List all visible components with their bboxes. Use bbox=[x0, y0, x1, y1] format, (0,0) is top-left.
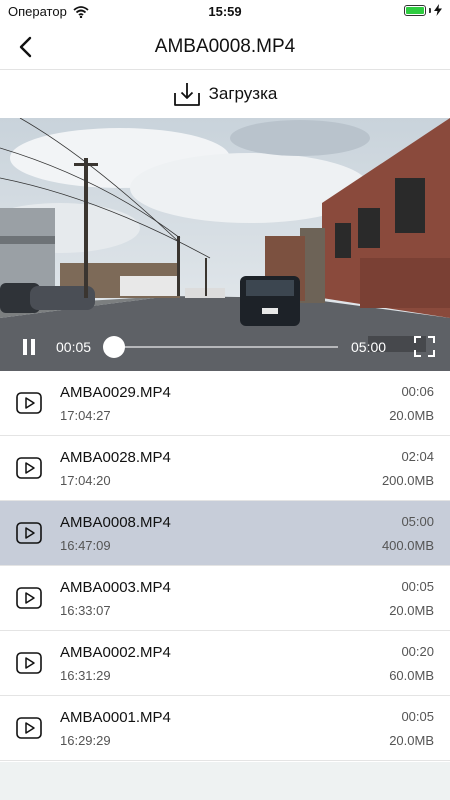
download-button[interactable]: Загрузка bbox=[0, 70, 450, 118]
file-name: AMBA0001.MP4 bbox=[60, 709, 171, 726]
file-duration: 00:05 bbox=[401, 579, 434, 594]
file-time: 16:47:09 bbox=[60, 538, 111, 553]
file-row[interactable]: AMBA0029.MP4 17:04:27 00:06 20.0MB bbox=[0, 371, 450, 436]
file-time: 17:04:27 bbox=[60, 408, 111, 423]
file-duration: 00:06 bbox=[401, 384, 434, 399]
battery-icon bbox=[404, 4, 442, 16]
seek-thumb[interactable] bbox=[102, 336, 125, 358]
play-icon bbox=[16, 522, 42, 544]
footer-area bbox=[0, 762, 450, 800]
download-label: Загрузка bbox=[208, 84, 278, 103]
fullscreen-icon[interactable] bbox=[414, 336, 435, 357]
total-time: 05:00 bbox=[351, 339, 387, 355]
file-time: 16:33:07 bbox=[60, 603, 111, 618]
nav-bar: AMBA0008.MP4 bbox=[0, 24, 450, 70]
file-list: AMBA0029.MP4 17:04:27 00:06 20.0MB AMBA0028.… bbox=[0, 371, 450, 761]
charging-bolt-icon bbox=[434, 4, 442, 16]
file-duration: 05:00 bbox=[401, 514, 434, 529]
download-icon bbox=[173, 83, 200, 106]
pause-icon[interactable] bbox=[20, 338, 38, 356]
play-icon bbox=[16, 392, 42, 414]
page-title: AMBA0008.MP4 bbox=[154, 36, 296, 57]
file-name: AMBA0002.MP4 bbox=[60, 644, 171, 661]
file-row[interactable]: AMBA0008.MP4 16:47:09 05:00 400.0MB bbox=[0, 501, 450, 566]
file-size: 400.0MB bbox=[381, 538, 434, 553]
current-time: 00:05 bbox=[56, 339, 92, 355]
file-duration: 00:05 bbox=[401, 709, 434, 724]
file-row[interactable]: AMBA0002.MP4 16:31:29 00:20 60.0MB bbox=[0, 631, 450, 696]
file-name: AMBA0008.MP4 bbox=[60, 514, 171, 531]
seek-track[interactable] bbox=[108, 346, 338, 348]
play-icon bbox=[16, 652, 42, 674]
file-size: 20.0MB bbox=[389, 408, 434, 423]
file-time: 16:29:29 bbox=[60, 733, 111, 748]
file-size: 200.0MB bbox=[381, 473, 434, 488]
video-player[interactable]: 00:05 05:00 bbox=[0, 118, 450, 371]
play-icon bbox=[16, 717, 42, 739]
file-row[interactable]: AMBA0028.MP4 17:04:20 02:04 200.0MB bbox=[0, 436, 450, 501]
file-time: 16:31:29 bbox=[60, 668, 111, 683]
play-icon bbox=[16, 587, 42, 609]
file-size: 60.0MB bbox=[389, 668, 434, 683]
file-name: AMBA0003.MP4 bbox=[60, 579, 171, 596]
file-name: AMBA0029.MP4 bbox=[60, 384, 171, 401]
file-duration: 02:04 bbox=[401, 449, 434, 464]
status-bar: Оператор 15:59 bbox=[0, 0, 450, 24]
file-name: AMBA0028.MP4 bbox=[60, 449, 171, 466]
status-clock: 15:59 bbox=[208, 4, 242, 19]
file-row[interactable]: AMBA0003.MP4 16:33:07 00:05 20.0MB bbox=[0, 566, 450, 631]
video-frame bbox=[0, 118, 450, 371]
play-icon bbox=[16, 457, 42, 479]
file-duration: 00:20 bbox=[401, 644, 434, 659]
file-time: 17:04:20 bbox=[60, 473, 111, 488]
file-size: 20.0MB bbox=[389, 603, 434, 618]
file-size: 20.0MB bbox=[389, 733, 434, 748]
file-row[interactable]: AMBA0001.MP4 16:29:29 00:05 20.0MB bbox=[0, 696, 450, 761]
